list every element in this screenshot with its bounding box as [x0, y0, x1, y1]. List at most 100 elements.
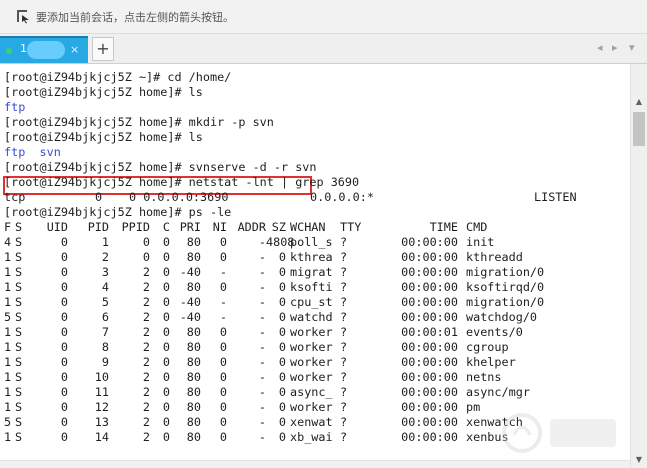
- terminal-line: [root@iZ94bjkjcj5Z home]# ls: [4, 85, 203, 99]
- ps-table-cell: 80: [186, 385, 201, 399]
- ps-table-cell: -: [258, 295, 266, 309]
- ps-table-cell: worker: [290, 400, 333, 414]
- ps-table-cell: 00:00:00: [401, 370, 458, 384]
- tab-next-icon[interactable]: ▸: [612, 41, 618, 54]
- ps-table-cell: 00:00:00: [401, 430, 458, 444]
- ps-table-cell: 00:00:01: [401, 325, 458, 339]
- ps-table-cell: 0: [219, 325, 227, 339]
- hint-bar: 要添加当前会话，点击左侧的箭头按钮。: [0, 0, 647, 34]
- scroll-thumb[interactable]: [633, 112, 645, 146]
- ps-table-cell: worker: [290, 340, 333, 354]
- ps-table-cell: 0: [219, 280, 227, 294]
- ps-table-cell: 12: [94, 400, 109, 414]
- ps-table-cell: 0: [278, 430, 286, 444]
- tab-menu-icon[interactable]: ▾: [629, 41, 635, 54]
- ps-header-cell: PPID: [121, 220, 150, 234]
- scroll-up-icon[interactable]: ▲: [631, 94, 647, 110]
- ps-table-cell: init: [466, 235, 495, 249]
- tab-close-icon[interactable]: ×: [70, 43, 79, 56]
- ps-table-cell: S: [15, 430, 23, 444]
- tab-prev-icon[interactable]: ◂: [597, 41, 603, 54]
- ps-table-cell: 0: [162, 415, 170, 429]
- ps-table-cell: 2: [142, 295, 150, 309]
- ps-table-cell: S: [15, 325, 23, 339]
- ps-table-cell: 7: [101, 325, 109, 339]
- ps-table-cell: 0: [278, 355, 286, 369]
- ps-table-cell: ?: [340, 235, 348, 249]
- ps-table-cell: 5: [4, 310, 12, 324]
- ps-table-cell: 2: [142, 265, 150, 279]
- ps-table-cell: -: [258, 355, 266, 369]
- ps-table-cell: ?: [340, 295, 348, 309]
- scroll-down-icon[interactable]: ▼: [631, 452, 647, 468]
- session-tab-bar: 1 × + ◂ ▸ ▾: [0, 34, 647, 64]
- pin-arrow-icon[interactable]: [15, 8, 31, 24]
- ps-table-cell: 1: [4, 400, 12, 414]
- ps-table-cell: worker: [290, 370, 333, 384]
- netstat-cell: LISTEN: [534, 190, 577, 204]
- ps-table-cell: 11: [94, 385, 109, 399]
- ps-table-cell: 80: [186, 415, 201, 429]
- ps-table-cell: -: [258, 370, 266, 384]
- terminal-output[interactable]: [root@iZ94bjkjcj5Z ~]# cd /home/[root@iZ…: [0, 64, 630, 460]
- ps-header-cell: ADDR: [237, 220, 266, 234]
- ps-table-cell: 0: [162, 250, 170, 264]
- ps-table-cell: S: [15, 250, 23, 264]
- ps-table-cell: 0: [162, 370, 170, 384]
- ps-table-cell: 0: [162, 310, 170, 324]
- ps-table-cell: 1: [4, 370, 12, 384]
- ps-table-cell: 5: [101, 295, 109, 309]
- ps-table-cell: ?: [340, 265, 348, 279]
- session-tab[interactable]: 1 ×: [0, 36, 88, 63]
- ps-table-cell: S: [15, 340, 23, 354]
- hint-text: 要添加当前会话，点击左侧的箭头按钮。: [36, 11, 234, 24]
- ps-table-cell: 0: [60, 355, 68, 369]
- ps-table-cell: S: [15, 295, 23, 309]
- ps-table-cell: cpu_st: [290, 295, 333, 309]
- ps-table-cell: worker: [290, 325, 333, 339]
- ps-header-cell: S: [15, 220, 23, 234]
- ps-table-cell: 0: [162, 340, 170, 354]
- ps-table-cell: 0: [278, 265, 286, 279]
- ps-header-cell: F: [4, 220, 12, 234]
- ps-table-cell: 80: [186, 250, 201, 264]
- ps-table-cell: async_: [290, 385, 333, 399]
- ps-table-cell: 2: [142, 355, 150, 369]
- ps-table-cell: ?: [340, 340, 348, 354]
- ps-table-cell: 0: [60, 265, 68, 279]
- ps-table-cell: 2: [142, 325, 150, 339]
- ps-table-cell: 00:00:00: [401, 385, 458, 399]
- ps-table-cell: 0: [162, 355, 170, 369]
- ps-table-cell: -: [219, 295, 227, 309]
- ps-table-cell: 4: [4, 235, 12, 249]
- ps-table-cell: 0: [60, 385, 68, 399]
- ps-table-cell: S: [15, 265, 23, 279]
- ps-table-cell: 0: [60, 250, 68, 264]
- ps-header-cell: TIME: [429, 220, 458, 234]
- ps-header-cell: WCHAN: [290, 220, 326, 234]
- ps-table-cell: 14: [94, 430, 109, 444]
- ps-header-cell: PID: [87, 220, 109, 234]
- add-tab-button[interactable]: +: [92, 37, 114, 61]
- ps-table-cell: 0: [219, 415, 227, 429]
- vertical-scrollbar[interactable]: ▲ ▼: [630, 64, 647, 468]
- ps-header-cell: PRI: [179, 220, 201, 234]
- ps-table-cell: 00:00:00: [401, 265, 458, 279]
- ps-table-cell: S: [15, 235, 23, 249]
- ps-table-cell: 00:00:00: [401, 235, 458, 249]
- ps-table-cell: ?: [340, 280, 348, 294]
- ps-table-cell: 0: [278, 295, 286, 309]
- watermark-logo-icon: [502, 413, 616, 453]
- ps-table-cell: 0: [219, 235, 227, 249]
- ps-table-cell: ?: [340, 385, 348, 399]
- ps-table-cell: 0: [219, 400, 227, 414]
- ps-table-cell: 2: [142, 415, 150, 429]
- ps-table-cell: 00:00:00: [401, 280, 458, 294]
- ps-table-cell: 0: [60, 415, 68, 429]
- netstat-cell: 0.0.0.0:*: [310, 190, 374, 204]
- terminal-line: [root@iZ94bjkjcj5Z home]# mkdir -p svn: [4, 115, 274, 129]
- ps-table-cell: 13: [94, 415, 109, 429]
- ps-table-cell: 0: [278, 325, 286, 339]
- horizontal-scrollbar[interactable]: [0, 460, 630, 468]
- ps-table-cell: 0: [162, 295, 170, 309]
